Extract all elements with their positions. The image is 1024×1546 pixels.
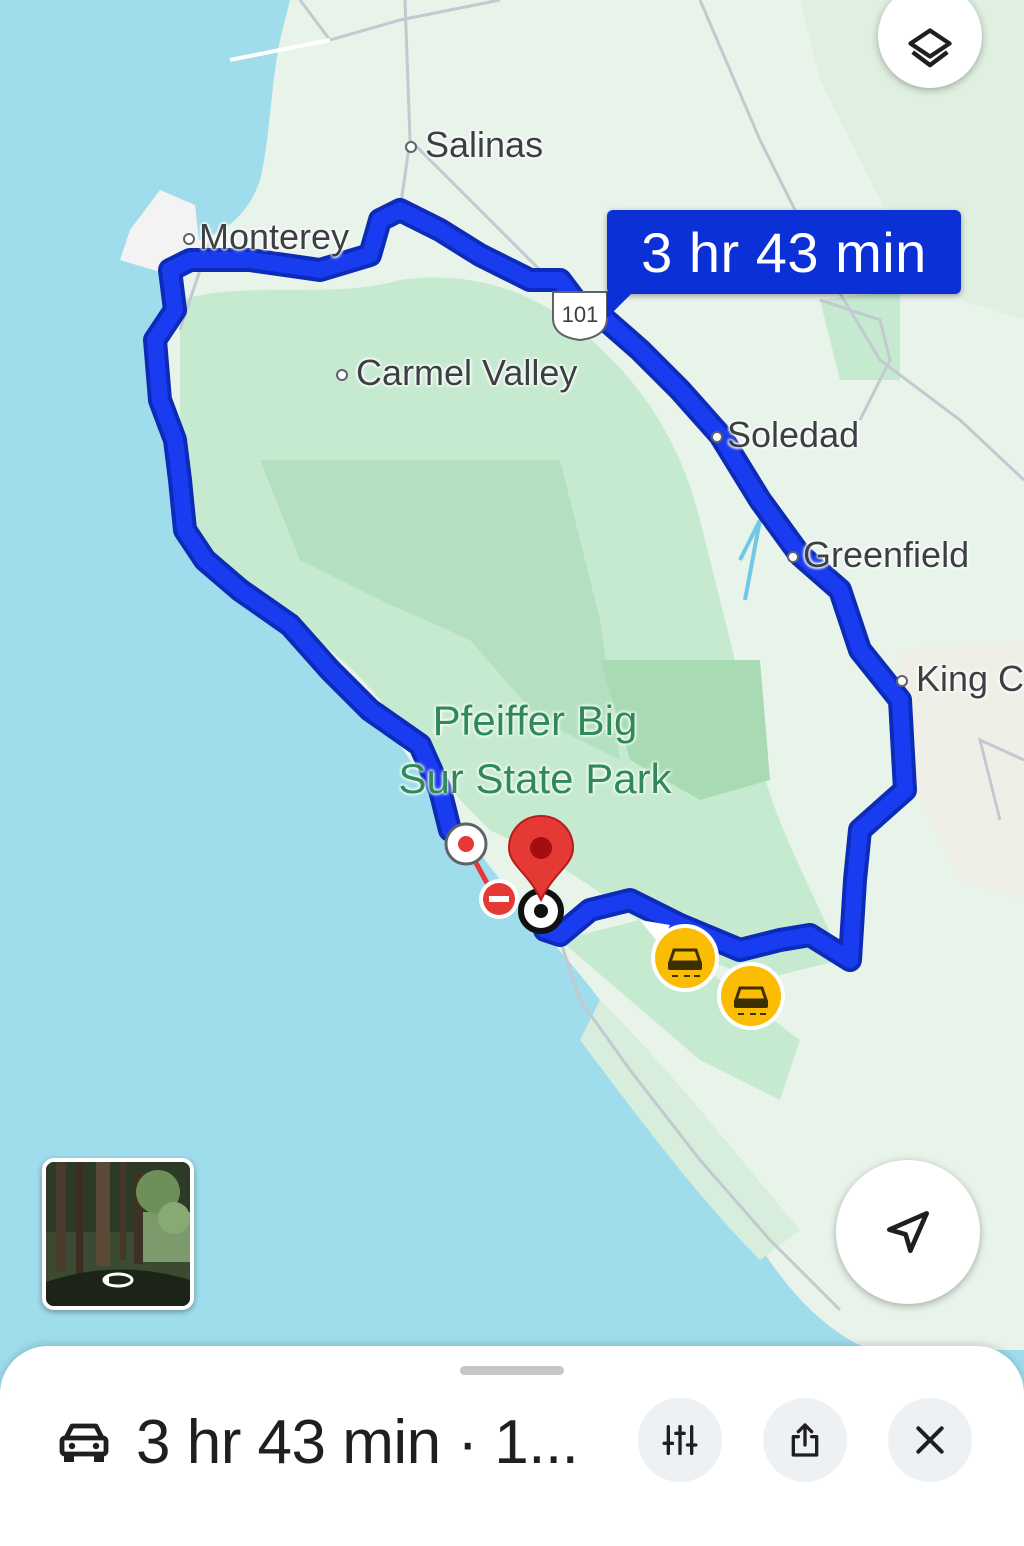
place-label-soledad[interactable]: Soledad — [711, 414, 859, 456]
recenter-button[interactable] — [836, 1160, 980, 1304]
route-options-icon — [662, 1425, 698, 1455]
directions-bottom-sheet[interactable]: 3 hr 43 min · 1... — [0, 1346, 1024, 1546]
car-icon — [59, 1423, 109, 1462]
place-label-monterey[interactable]: Monterey — [183, 216, 349, 258]
highway-shield-number: 101 — [562, 302, 599, 327]
place-label-carmel-valley[interactable]: Carmel Valley — [336, 352, 577, 394]
park-label-line1: Pfeiffer Big — [432, 697, 638, 744]
rotate-360-icon — [102, 1272, 134, 1288]
highway-shield: 101 — [552, 291, 608, 342]
route-summary[interactable]: 3 hr 43 min · 1... — [56, 1406, 579, 1478]
place-label-salinas[interactable]: Salinas — [405, 124, 543, 166]
place-dot-icon — [336, 369, 348, 382]
route-eta-callout[interactable]: 3 hr 43 min — [607, 210, 961, 318]
share-button[interactable] — [763, 1398, 847, 1482]
place-dot-icon — [183, 233, 195, 246]
place-dot-icon — [711, 431, 723, 444]
park-label[interactable]: Pfeiffer Big Sur State Park — [300, 692, 770, 808]
route-eta-text: 3 hr 43 min — [641, 220, 927, 284]
close-icon — [916, 1426, 944, 1454]
sheet-drag-handle[interactable] — [460, 1366, 564, 1375]
park-label-line2: Sur State Park — [398, 755, 672, 802]
share-icon — [791, 1423, 819, 1457]
route-options-button[interactable] — [638, 1398, 722, 1482]
layers-icon — [908, 28, 952, 68]
road-closed-icon[interactable] — [479, 879, 519, 919]
close-button[interactable] — [888, 1398, 972, 1482]
place-dot-icon — [896, 675, 908, 688]
place-dot-icon — [405, 141, 417, 154]
route-summary-text: 3 hr 43 min · 1... — [136, 1407, 579, 1477]
place-dot-icon — [787, 551, 799, 564]
street-view-thumbnail[interactable] — [42, 1158, 194, 1310]
place-label-king-city[interactable]: King C — [896, 658, 1024, 700]
navigate-arrow-icon — [887, 1211, 929, 1253]
traffic-incident-icon[interactable] — [717, 962, 785, 1030]
place-label-greenfield[interactable]: Greenfield — [787, 534, 969, 576]
road-closed-start-marker[interactable] — [444, 822, 488, 866]
